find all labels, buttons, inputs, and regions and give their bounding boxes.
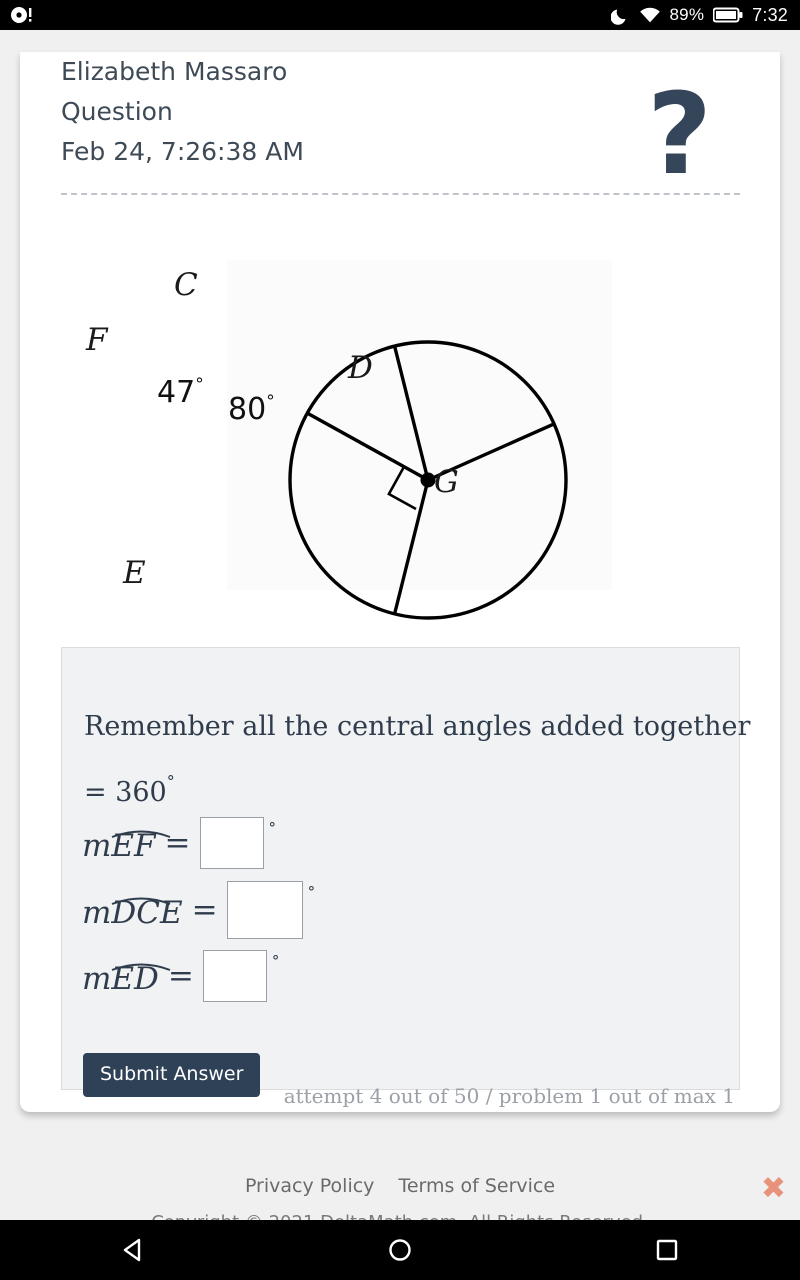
privacy-policy-link[interactable]: Privacy Policy <box>245 1175 374 1197</box>
back-triangle-icon <box>124 1238 141 1262</box>
degree-symbol-dce: ° <box>307 883 316 901</box>
clock-label: 7:32 <box>752 4 788 25</box>
section-label: Question <box>61 97 173 126</box>
moon-icon <box>610 9 626 25</box>
question-header: Elizabeth Massaro Question Feb 24, 7:26:… <box>61 52 741 172</box>
degree-symbol-ed: ° <box>271 952 280 970</box>
android-status-bar: 89% 7:32 <box>0 0 800 30</box>
attempt-status-label: attempt 4 out of 50 / problem 1 out of m… <box>283 1084 735 1108</box>
android-nav-bar <box>0 1220 800 1280</box>
arc-expression-ed: m ED <box>82 956 171 997</box>
device-screen: 89% 7:32 Elizabeth Massaro Question Feb … <box>0 0 800 1280</box>
arc-expression-ef: m EF <box>82 823 171 864</box>
status-bar-notifications <box>0 5 32 25</box>
equation-row-ed: m ED = ° <box>82 950 279 1002</box>
close-x-icon[interactable]: ✖ <box>761 1174 786 1204</box>
submit-answer-button[interactable]: Submit Answer <box>83 1053 261 1097</box>
point-label-c: C <box>174 267 198 303</box>
nav-recents-button[interactable] <box>632 1220 702 1280</box>
point-label-e: E <box>123 555 146 591</box>
student-name: Elizabeth Massaro <box>61 57 288 86</box>
nav-back-button[interactable] <box>98 1220 168 1280</box>
equation-row-dce: m DCE = ° <box>82 881 315 939</box>
equals-sign-dce: = <box>191 892 218 928</box>
battery-icon <box>713 7 743 23</box>
point-label-f: F <box>86 322 108 358</box>
radius-gc <box>392 345 430 481</box>
answer-input-ed[interactable] <box>202 950 267 1002</box>
circle-diagram-svg <box>288 340 568 620</box>
home-circle-icon <box>389 1239 411 1261</box>
center-label-g: G <box>434 464 459 500</box>
answer-panel: Remember all the central angles added to… <box>61 647 750 1108</box>
question-mark-icon: ? <box>647 70 712 200</box>
answer-input-ef[interactable] <box>199 817 264 869</box>
right-angle-square <box>387 466 417 511</box>
hint-text-line-1: Remember all the central angles added to… <box>84 711 751 742</box>
recents-square-icon <box>656 1239 677 1261</box>
degree-symbol-ef: ° <box>268 819 277 837</box>
answer-input-dce[interactable] <box>226 881 303 939</box>
arc-expression-dce: m DCE <box>82 894 183 931</box>
circle-diagram: C D E F G 47° 80° <box>61 242 740 622</box>
point-label-d: D <box>348 350 373 386</box>
arc-overline-icon <box>112 897 171 905</box>
equation-row-ef: m EF = ° <box>82 817 276 869</box>
header-divider <box>61 193 740 195</box>
footer-links: Privacy Policy Terms of Service <box>0 1175 800 1197</box>
question-timestamp: Feb 24, 7:26:38 AM <box>61 137 304 166</box>
hint-text-line-2: = 360° <box>84 772 175 808</box>
status-bar-indicators: 89% 7:32 <box>610 4 800 26</box>
angle-label-80: 80° <box>228 392 275 427</box>
angle-label-47: 47° <box>157 375 204 410</box>
arc-overline-icon <box>112 830 171 838</box>
wifi-icon <box>639 7 660 23</box>
battery-percent-label: 89% <box>669 5 705 24</box>
terms-of-service-link[interactable]: Terms of Service <box>398 1175 555 1197</box>
radius-gf <box>306 411 429 482</box>
page-background: Elizabeth Massaro Question Feb 24, 7:26:… <box>0 30 800 1250</box>
nav-home-button[interactable] <box>365 1220 435 1280</box>
disc-alert-icon <box>11 7 32 23</box>
equals-sign-ed: = <box>167 958 194 994</box>
question-card: Elizabeth Massaro Question Feb 24, 7:26:… <box>20 52 780 1112</box>
arc-overline-icon <box>112 963 171 971</box>
